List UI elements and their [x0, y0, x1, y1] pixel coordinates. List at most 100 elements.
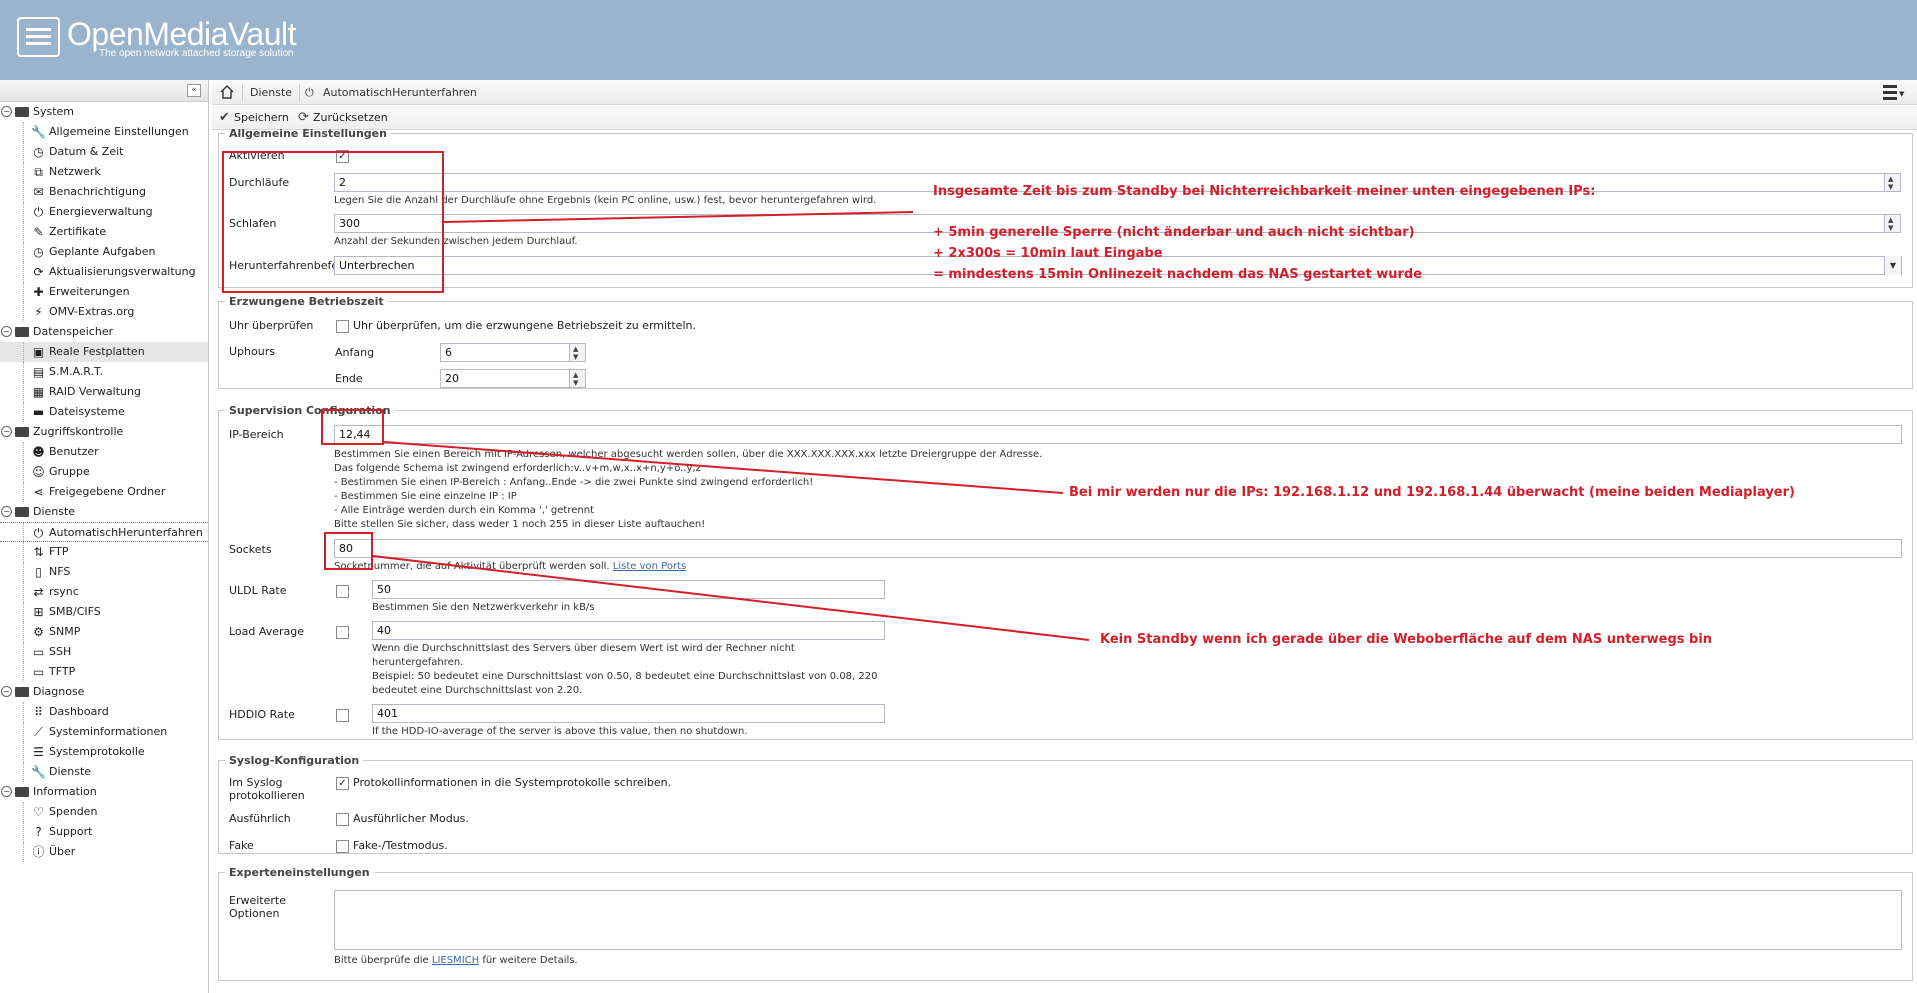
extra-options-textarea[interactable] — [334, 890, 1902, 950]
anfang-input[interactable]: 6 — [440, 343, 572, 362]
tree-line — [23, 262, 24, 282]
collapse-toggle-icon[interactable]: − — [1, 106, 12, 117]
hddio-checkbox[interactable] — [336, 709, 349, 722]
sidebar-group-dienste[interactable]: − Dienste — [0, 502, 208, 522]
uldl-input[interactable]: 50 — [372, 580, 885, 599]
sidebar-item-benachrichtigung[interactable]: ✉ Benachrichtigung — [0, 182, 208, 202]
sidebar-item-gruppe[interactable]: ☺ Gruppe — [0, 462, 208, 482]
sidebar-group-zugriffskontrolle[interactable]: − Zugriffskontrolle — [0, 422, 208, 442]
breadcrumb-dienste[interactable]: Dienste — [250, 86, 292, 99]
sidebar-item-ftp[interactable]: ⇅ FTP — [0, 542, 208, 562]
double-chevron-left-icon[interactable]: « — [187, 84, 201, 97]
sidebar-item-snmp[interactable]: ⚙ SNMP — [0, 622, 208, 642]
load-average-input[interactable]: 40 — [372, 621, 885, 640]
sidebar-group-information[interactable]: − Information — [0, 782, 208, 802]
sidebar-item-reale-festplatten[interactable]: ▣ Reale Festplatten — [0, 342, 208, 362]
hamburger-menu-icon[interactable]: ▼ — [1883, 85, 1905, 101]
sidebar-item-zertifikate[interactable]: ✎ Zertifikate — [0, 222, 208, 242]
sockets-hint-row: Socketnummer, die auf Aktivität überprüf… — [334, 560, 686, 574]
tree-line — [23, 622, 24, 642]
sidebar-item-omv-extras-org[interactable]: ⚡ OMV-Extras.org — [0, 302, 208, 322]
collapse-toggle-icon[interactable]: − — [1, 326, 12, 337]
sidebar-group-label: Diagnose — [33, 685, 85, 698]
sidebar-item-tftp[interactable]: ▭ TFTP — [0, 662, 208, 682]
sidebar-group-system[interactable]: − System — [0, 102, 208, 122]
collapse-toggle-icon[interactable]: − — [1, 786, 12, 797]
ip-range-input[interactable]: 12,44 — [334, 425, 1902, 444]
ende-input[interactable]: 20 — [440, 369, 572, 388]
sidebar-item-label: Dateisysteme — [49, 405, 125, 418]
save-button[interactable]: ✔ Speichern — [219, 110, 289, 125]
sidebar-item-systeminformationen[interactable]: ⟋ Systeminformationen — [0, 722, 208, 742]
sidebar-item-automatischherunterfahren[interactable]: ⏻ AutomatischHerunterfahren — [0, 522, 208, 543]
sidebar-item-netzwerk[interactable]: ⧉ Netzwerk — [0, 162, 208, 182]
sidebar-item-support[interactable]: ? Support — [0, 822, 208, 842]
readme-link[interactable]: LIESMICH — [432, 955, 479, 966]
expert-hint-row: Bitte überprüfe die LIESMICH für weitere… — [334, 954, 578, 968]
sidebar-item-allgemeine-einstellungen[interactable]: 🔧 Allgemeine Einstellungen — [0, 122, 208, 142]
annotation-ip-note: Bei mir werden nur die IPs: 192.168.1.12… — [1069, 485, 1795, 500]
sidebar-item-dashboard[interactable]: ⠿ Dashboard — [0, 702, 208, 722]
sidebar-item-geplante-aufgaben[interactable]: ◷ Geplante Aufgaben — [0, 242, 208, 262]
clock-icon: ◷ — [33, 145, 44, 159]
sidebar-item-erweiterungen[interactable]: ✚ Erweiterungen — [0, 282, 208, 302]
sidebar-item-freigegebene-ordner[interactable]: ⋖ Freigegebene Ordner — [0, 482, 208, 502]
load-hint-2: heruntergefahren. — [372, 657, 464, 668]
sidebar-item--ber[interactable]: ⓘ Über — [0, 842, 208, 862]
sidebar-item-dateisysteme[interactable]: ▬ Dateisysteme — [0, 402, 208, 422]
sidebar-item-spenden[interactable]: ♡ Spenden — [0, 802, 208, 822]
tree-line — [23, 282, 24, 302]
durchlaeufe-stepper[interactable]: ▲ ▼ — [1884, 173, 1901, 192]
schlafen-stepper[interactable]: ▲ ▼ — [1884, 214, 1901, 233]
collapse-toggle-icon[interactable]: − — [1, 426, 12, 437]
hddio-input[interactable]: 401 — [372, 704, 885, 723]
anfang-stepper[interactable]: ▲ ▼ — [569, 343, 586, 362]
sidebar-item-label: Zertifikate — [49, 225, 107, 238]
chevron-down-icon[interactable]: ▼ — [1884, 256, 1901, 275]
refresh-icon: ⟳ — [298, 110, 309, 125]
ip-range-label: IP-Bereich — [229, 428, 284, 441]
home-icon[interactable] — [219, 84, 235, 100]
sidebar-group-label: Information — [33, 785, 97, 798]
sidebar-item-aktualisierungsverwaltung[interactable]: ⟳ Aktualisierungsverwaltung — [0, 262, 208, 282]
sidebar-item-label: Gruppe — [49, 465, 90, 478]
load-average-checkbox[interactable] — [336, 626, 349, 639]
im-syslog-checkbox[interactable]: ✓ — [336, 777, 349, 790]
sidebar-group-diagnose[interactable]: − Diagnose — [0, 682, 208, 702]
breadcrumb-current[interactable]: AutomatischHerunterfahren — [323, 86, 477, 99]
ende-stepper[interactable]: ▲ ▼ — [569, 369, 586, 388]
sidebar-item-nfs[interactable]: ▯ NFS — [0, 562, 208, 582]
sidebar-group-datenspeicher[interactable]: − Datenspeicher — [0, 322, 208, 342]
sidebar-item-s-m-a-r-t-[interactable]: ▤ S.M.A.R.T. — [0, 362, 208, 382]
sidebar-item-dienste[interactable]: 🔧 Dienste — [0, 762, 208, 782]
sidebar-item-label: SNMP — [49, 625, 81, 638]
ip-hint-4: - Bestimmen Sie eine einzelne IP : IP — [334, 491, 517, 502]
verbose-checkbox[interactable] — [336, 813, 349, 826]
sidebar-item-benutzer[interactable]: ☻ Benutzer — [0, 442, 208, 462]
folder-icon — [15, 787, 29, 797]
ports-list-link[interactable]: Liste von Ports — [613, 561, 686, 572]
sidebar-item-smb-cifs[interactable]: ⊞ SMB/CIFS — [0, 602, 208, 622]
tree-line — [23, 382, 24, 402]
sidebar-item-rsync[interactable]: ⇄ rsync — [0, 582, 208, 602]
sidebar-item-systemprotokolle[interactable]: ☰ Systemprotokolle — [0, 742, 208, 762]
uldl-checkbox[interactable] — [336, 585, 349, 598]
fake-checkbox[interactable] — [336, 840, 349, 853]
reset-button[interactable]: ⟳ Zurücksetzen — [298, 110, 388, 125]
sidebar-item-datum-zeit[interactable]: ◷ Datum & Zeit — [0, 142, 208, 162]
tree-line — [23, 242, 24, 262]
uhr-checkbox[interactable] — [336, 320, 349, 333]
collapse-toggle-icon[interactable]: − — [1, 506, 12, 517]
sidebar-item-raid-verwaltung[interactable]: ▦ RAID Verwaltung — [0, 382, 208, 402]
group-icon: ☺ — [32, 465, 45, 479]
sockets-input[interactable]: 80 — [334, 539, 1902, 558]
plug-icon: ⚡ — [34, 305, 43, 319]
menu-icon[interactable] — [17, 17, 60, 57]
tree-line — [23, 802, 24, 822]
network-icon: ⧉ — [34, 165, 43, 179]
log-icon: ☰ — [33, 745, 44, 759]
sidebar-item-energieverwaltung[interactable]: ⏻ Energieverwaltung — [0, 202, 208, 222]
sidebar-item-ssh[interactable]: ▭ SSH — [0, 642, 208, 662]
annotation-text-2: + 5min generelle Sperre (nicht änderbar … — [933, 225, 1415, 240]
collapse-toggle-icon[interactable]: − — [1, 686, 12, 697]
